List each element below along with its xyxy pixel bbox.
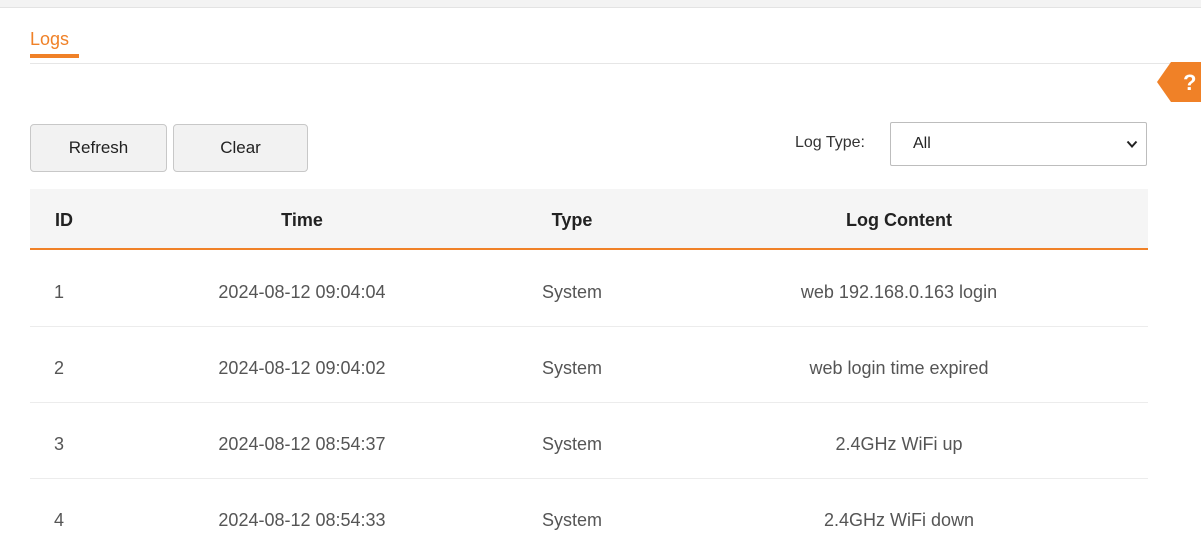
cell-id: 3 [53, 434, 65, 454]
cell-time: 2024-08-12 09:04:04 [218, 282, 386, 302]
table-header: ID Time Type Log Content [30, 189, 1148, 250]
column-header-type: Type [551, 210, 593, 230]
tab-logs[interactable]: Logs [30, 28, 69, 50]
cell-id: 1 [53, 282, 65, 302]
refresh-button[interactable]: Refresh [30, 124, 167, 172]
cell-log-content: web login time expired [809, 358, 989, 378]
chevron-down-icon [1126, 140, 1138, 148]
column-header-log-content: Log Content [846, 210, 952, 230]
cell-type: System [541, 358, 603, 378]
cell-type: System [541, 434, 603, 454]
help-button[interactable]: ? [1157, 62, 1201, 102]
cell-time: 2024-08-12 08:54:33 [218, 510, 386, 530]
log-type-label: Log Type: [795, 134, 865, 151]
tab-bar: Logs [30, 24, 1188, 64]
table-row: 2 2024-08-12 09:04:02 System web login t… [30, 327, 1148, 403]
log-type-selected-value: All [913, 135, 931, 152]
column-header-time: Time [281, 210, 323, 230]
cell-id: 2 [53, 358, 65, 378]
cell-log-content: 2.4GHz WiFi up [835, 434, 963, 454]
table-row: 4 2024-08-12 08:54:33 System 2.4GHz WiFi… [30, 479, 1148, 555]
cell-type: System [541, 282, 603, 302]
top-divider [0, 0, 1201, 8]
clear-button[interactable]: Clear [173, 124, 308, 172]
cell-log-content: web 192.168.0.163 login [800, 282, 998, 302]
cell-type: System [541, 510, 603, 530]
cell-log-content: 2.4GHz WiFi down [823, 510, 975, 530]
cell-time: 2024-08-12 09:04:02 [218, 358, 386, 378]
active-tab-indicator [30, 54, 79, 58]
cell-time: 2024-08-12 08:54:37 [218, 434, 386, 454]
table-row: 3 2024-08-12 08:54:37 System 2.4GHz WiFi… [30, 403, 1148, 479]
cell-id: 4 [53, 510, 65, 530]
log-type-select[interactable]: All [890, 122, 1147, 166]
column-header-id: ID [55, 210, 73, 230]
question-mark-icon: ? [1157, 62, 1201, 102]
help-glyph: ? [1183, 70, 1196, 95]
table-row: 1 2024-08-12 09:04:04 System web 192.168… [30, 251, 1148, 327]
